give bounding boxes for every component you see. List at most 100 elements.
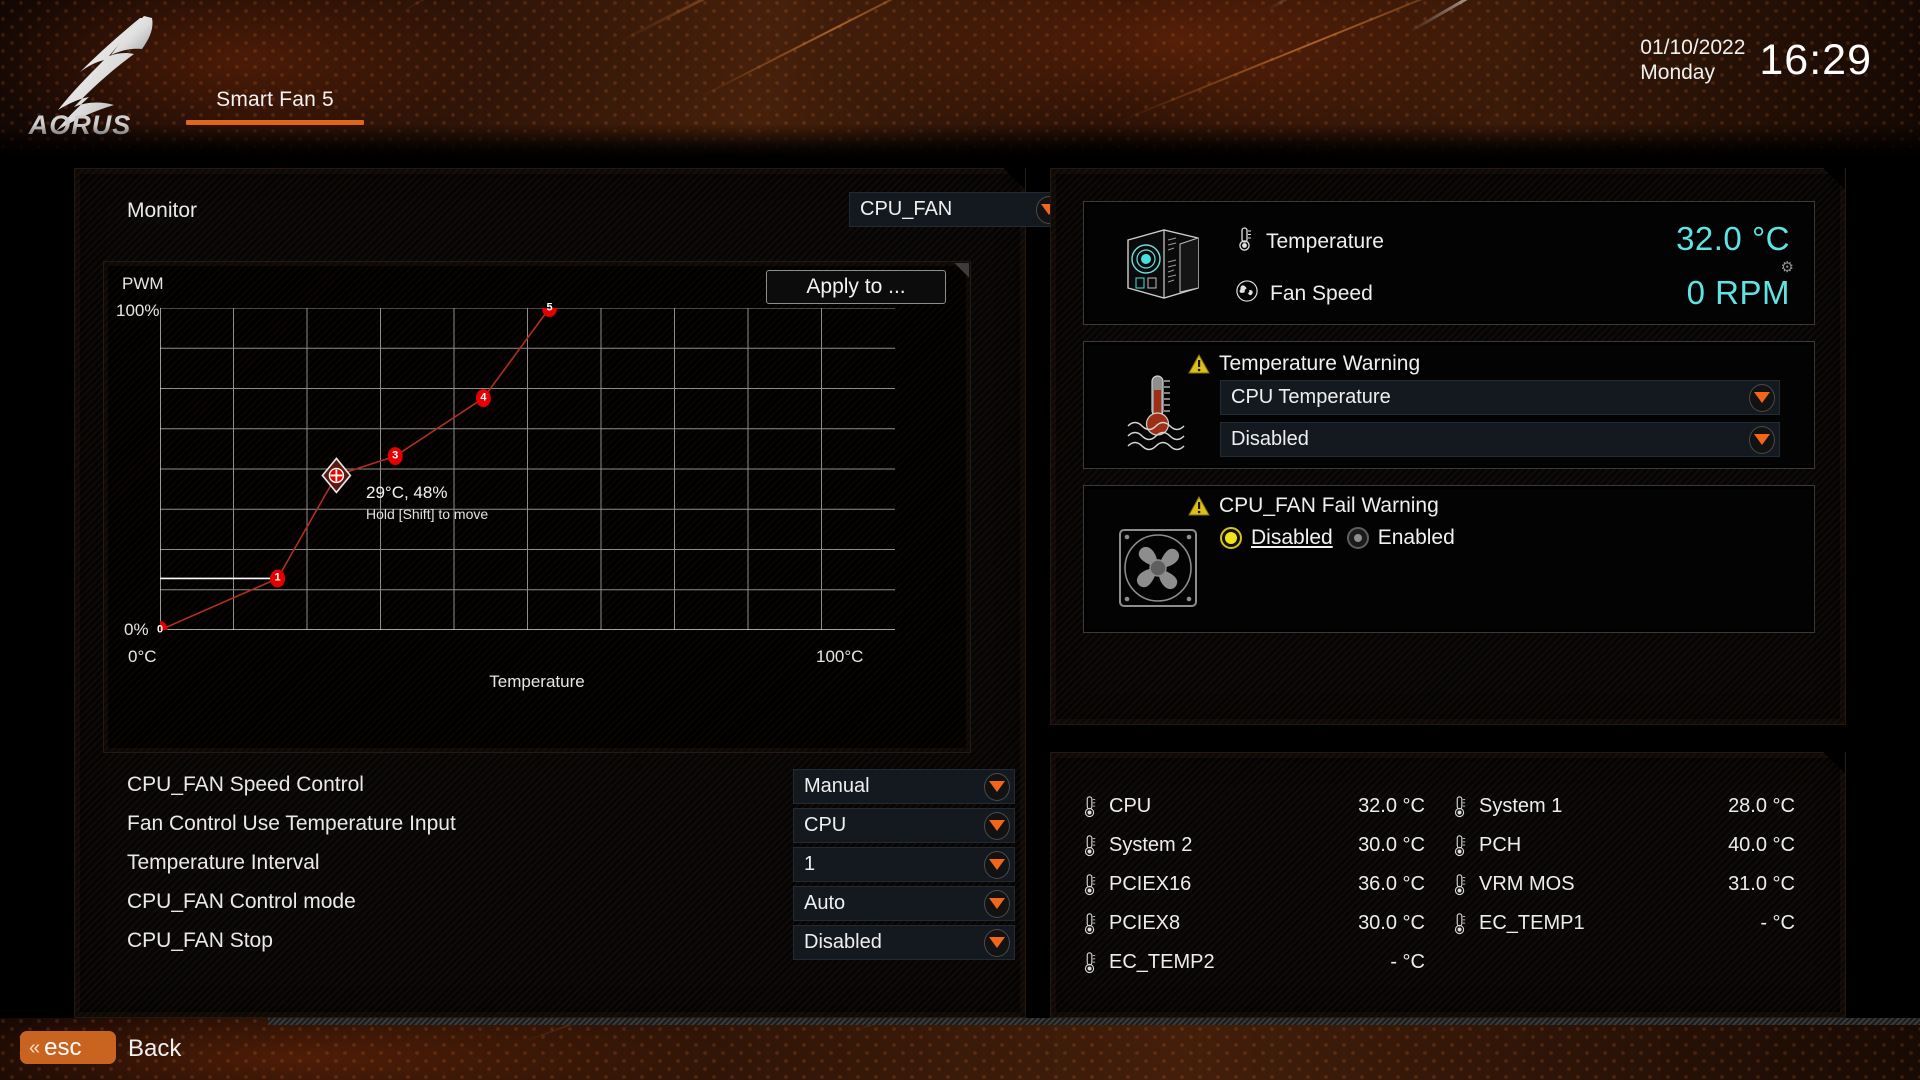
- sensor-row: PCIEX16 36.0 °C VRM MOS 31.0 °C: [1081, 865, 1821, 904]
- chart-y-tick-max: 100%: [116, 301, 160, 320]
- sensor-readings-panel: CPU 32.0 °C System 1 28.0 °C System 2 30.0 °C…: [1050, 752, 1846, 1018]
- radio-option-enabled[interactable]: Enabled: [1346, 526, 1455, 550]
- radio-label: Enabled: [1377, 526, 1455, 549]
- footer-top-rule: [268, 1018, 1920, 1025]
- setting-select[interactable]: CPU: [793, 808, 1015, 843]
- apply-to-button[interactable]: Apply to ...: [766, 270, 946, 304]
- setting-value: CPU: [804, 814, 847, 836]
- sensor-name: VRM MOS: [1479, 873, 1575, 895]
- setting-row: Fan Control Use Temperature Input CPU: [103, 808, 1023, 847]
- monitor-label: Monitor: [127, 199, 198, 222]
- chevron-down-icon[interactable]: [1749, 383, 1775, 412]
- thermometer-icon: [1081, 834, 1099, 858]
- temperature-label: Temperature: [1266, 229, 1384, 253]
- chart-corner-notch: [953, 263, 969, 279]
- chart-x-tick-max: 100°C: [816, 647, 864, 666]
- fan-curve-svg[interactable]: [160, 308, 895, 630]
- temperature-warning-source-select[interactable]: CPU Temperature: [1220, 380, 1780, 415]
- thermometer-waves-icon: [1122, 368, 1194, 456]
- radio-dot-icon[interactable]: [1346, 527, 1369, 549]
- setting-select[interactable]: Disabled: [793, 925, 1015, 960]
- chevron-down-icon[interactable]: [984, 772, 1010, 801]
- curve-point[interactable]: [160, 621, 168, 630]
- temperature-warning-state-select[interactable]: Disabled: [1220, 422, 1780, 457]
- setting-row: CPU_FAN Control mode Auto: [103, 886, 1023, 925]
- radio-label: Disabled: [1251, 526, 1333, 549]
- setting-value: Auto: [804, 892, 846, 914]
- sensor-value: 30.0 °C: [1358, 834, 1425, 856]
- setting-label: Fan Control Use Temperature Input: [127, 812, 456, 835]
- setting-label: CPU_FAN Control mode: [127, 890, 356, 913]
- selected-point-cursor[interactable]: [321, 457, 352, 494]
- sensor-value: 28.0 °C: [1728, 795, 1795, 817]
- sensor-value: - °C: [1760, 912, 1795, 934]
- curve-point[interactable]: [270, 569, 286, 588]
- radio-dot-icon[interactable]: [1220, 527, 1242, 549]
- fan-fail-warning-box: CPU_FAN Fail Warning Disabled Enabled: [1083, 485, 1815, 633]
- esc-key-label: esc: [44, 1033, 82, 1061]
- thermometer-icon: [1451, 873, 1469, 897]
- app-header: AORUS Smart Fan 5 01/10/2022 Monday 16:2…: [0, 0, 1920, 158]
- app-footer: « esc Back: [0, 1018, 1920, 1080]
- page-title: Smart Fan 5: [216, 88, 334, 111]
- thermometer-icon: [1081, 951, 1099, 975]
- fanspeed-readout-row: Fan Speed: [1236, 280, 1373, 307]
- setting-select[interactable]: Manual: [793, 769, 1015, 804]
- fan-readout-box: Temperature 32.0 °C Fan Speed 0 RPM ⚙: [1083, 201, 1815, 325]
- fan-fail-warning-title: CPU_FAN Fail Warning: [1219, 494, 1439, 517]
- sensor-value: 32.0 °C: [1358, 795, 1425, 817]
- sensor-row: System 2 30.0 °C PCH 40.0 °C: [1081, 826, 1821, 865]
- sensor-cell: System 1 28.0 °C: [1451, 795, 1821, 819]
- gear-icon: ⚙: [1780, 259, 1794, 276]
- chevron-down-icon[interactable]: [984, 811, 1010, 840]
- fan-curve-plot[interactable]: 01345 29°C, 48% Hold [Shift] to move: [157, 302, 895, 635]
- curve-point[interactable]: [387, 447, 403, 466]
- setting-value: Manual: [804, 775, 870, 797]
- sensor-cell: VRM MOS 31.0 °C: [1451, 873, 1821, 897]
- esc-key-button[interactable]: « esc: [20, 1031, 116, 1064]
- thermometer-icon: [1081, 873, 1099, 897]
- fanspeed-value: 0 RPM: [1686, 274, 1790, 311]
- temperature-warning-title: Temperature Warning: [1219, 352, 1421, 375]
- temperature-readout-row: Temperature: [1236, 226, 1384, 257]
- footer-hex-texture: [0, 1018, 1920, 1080]
- chevron-down-icon[interactable]: [1749, 425, 1775, 454]
- chevron-down-icon[interactable]: [984, 889, 1010, 918]
- setting-label: CPU_FAN Stop: [127, 929, 273, 952]
- radio-option-disabled[interactable]: Disabled: [1220, 526, 1333, 550]
- header-fade: [0, 124, 1920, 158]
- setting-value: Disabled: [804, 931, 882, 953]
- sensor-name: EC_TEMP2: [1109, 951, 1215, 973]
- setting-row: CPU_FAN Stop Disabled: [103, 925, 1023, 964]
- fan-header-select[interactable]: CPU_FAN: [849, 192, 1067, 227]
- sensor-cell: PCIEX16 36.0 °C: [1081, 873, 1451, 897]
- date-text: 01/10/2022: [1640, 36, 1746, 59]
- chart-x-axis-title: Temperature: [489, 672, 585, 691]
- chevron-down-icon[interactable]: [984, 850, 1010, 879]
- fan-fail-warning-options: Disabled Enabled: [1220, 526, 1455, 550]
- setting-select[interactable]: Auto: [793, 886, 1015, 921]
- setting-select[interactable]: 1: [793, 847, 1015, 882]
- sensor-value: 30.0 °C: [1358, 912, 1425, 934]
- temperature-warning-header: Temperature Warning: [1188, 352, 1420, 376]
- curve-point[interactable]: [475, 389, 491, 408]
- chevron-down-icon[interactable]: [984, 928, 1010, 957]
- fan-status-panel: Temperature 32.0 °C Fan Speed 0 RPM ⚙ Te…: [1050, 168, 1846, 725]
- thermometer-icon: [1451, 834, 1469, 858]
- back-label[interactable]: Back: [128, 1035, 181, 1063]
- date-block: 01/10/2022 Monday: [1640, 36, 1745, 86]
- sensor-list: CPU 32.0 °C System 1 28.0 °C System 2 30.0 °C…: [1081, 787, 1821, 982]
- sensor-value: 31.0 °C: [1728, 873, 1795, 895]
- thermometer-icon: [1236, 226, 1254, 257]
- sensor-row: EC_TEMP2 - °C: [1081, 943, 1821, 982]
- fanspeed-label: Fan Speed: [1270, 281, 1373, 305]
- sensor-value: - °C: [1390, 951, 1425, 973]
- sensor-value: 40.0 °C: [1728, 834, 1795, 856]
- thermometer-icon: [1081, 795, 1099, 819]
- setting-label: Temperature Interval: [127, 851, 320, 874]
- sensor-name: System 2: [1109, 834, 1193, 856]
- panel-corner-notch: [1005, 171, 1023, 189]
- sensor-name: CPU: [1109, 795, 1152, 817]
- sensor-cell: System 2 30.0 °C: [1081, 834, 1451, 858]
- case-fan-icon: [1118, 528, 1198, 608]
